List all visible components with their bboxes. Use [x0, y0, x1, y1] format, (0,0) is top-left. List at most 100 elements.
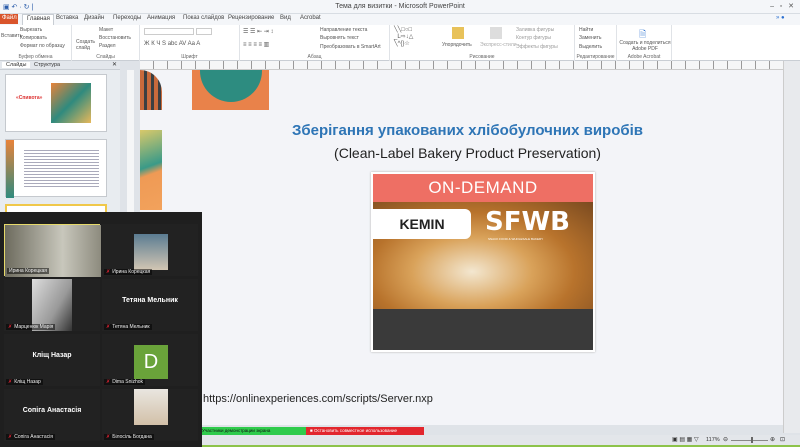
stop-share-label: Остановить совместное использование [313, 428, 398, 433]
arrange-button[interactable]: Упорядочить [442, 42, 472, 48]
fit-slide-button[interactable]: ⊡ [780, 436, 785, 443]
window-controls[interactable]: – ▫ ✕ [770, 2, 794, 10]
new-slide-button[interactable]: Создать слайд [76, 39, 96, 51]
help-icon[interactable]: » ● [776, 15, 785, 21]
shape-fill-button[interactable]: Заливка фигуры [516, 27, 554, 33]
zoom-gallery-window: Ирина Корецкая ✗ Ирина Корецкая ✗ Марценюк… [0, 212, 202, 447]
panel-header: Слайды Структура ✕ [0, 61, 120, 70]
section-button[interactable]: Раздел [99, 43, 116, 49]
zoom-slider[interactable] [731, 440, 768, 441]
sfwb-logo: SFWB [485, 207, 570, 237]
ribbon: Вставить Вырезать Копировать Формат по о… [0, 25, 800, 61]
slide-image[interactable]: ON-DEMAND KEMIN SFWB SNACK FOOD & WHOLES… [371, 172, 595, 352]
group-font: Ж К Ч S abc AV Aa A Шрифт [140, 25, 240, 61]
tab-slides-panel[interactable]: Слайды [2, 62, 31, 68]
create-pdf-button[interactable]: Создать и поделиться Adobe PDF [619, 40, 671, 52]
group-acrobat: 🗎 Создать и поделиться Adobe PDF Adobe A… [617, 25, 672, 61]
participant-tile[interactable]: Ирина Корецкая [4, 224, 101, 277]
smartart-button[interactable]: Преобразовать в SmartArt [320, 44, 381, 50]
tab-slideshow[interactable]: Показ слайдов [183, 15, 224, 21]
view-buttons[interactable]: ▣ ▤ ▦ ▽ [672, 436, 699, 443]
tab-review[interactable]: Рецензирование [228, 15, 274, 21]
participant-name: ✗ Кліщ Назар [6, 379, 43, 385]
cut-button[interactable]: Вырезать [20, 27, 42, 33]
tab-view[interactable]: Вид [280, 15, 291, 21]
shapes-gallery[interactable]: ╲╲□○□ _L⇨↓△ ╲^{}☆ [394, 27, 413, 48]
close-panel-icon[interactable]: ✕ [112, 61, 117, 68]
participant-tile[interactable]: ✗ Білосіль Богдана [102, 389, 198, 441]
quick-styles-icon [490, 27, 502, 39]
stop-share-button[interactable]: ■ Остановить совместное использование [306, 427, 424, 435]
group-label: Редактирование [576, 54, 615, 60]
tab-outline-panel[interactable]: Структура [34, 62, 60, 68]
tab-insert[interactable]: Вставка [56, 15, 78, 21]
thumbnail-decoration [6, 140, 14, 198]
participant-display-name: Сопіга Анастасія [22, 407, 82, 414]
zoom-level[interactable]: 117% [706, 437, 720, 443]
sfwb-logo-subtitle: SNACK FOOD & WHOLESALE BAKERY [488, 237, 544, 241]
font-name-select[interactable] [144, 28, 194, 35]
vertical-scrollbar[interactable] [783, 61, 800, 433]
copy-button[interactable]: Копировать [20, 35, 47, 41]
zoom-in-button[interactable]: ⊕ [770, 436, 775, 443]
participant-name: Ирина Корецкая [7, 268, 50, 274]
tab-home[interactable]: Главная [22, 14, 54, 25]
participant-tile[interactable]: ✗ Ирина Корецкая [102, 224, 198, 276]
shape-effects-button[interactable]: Эффекты фигуры [516, 44, 558, 50]
participant-tile[interactable]: ✗ Марценюк Марія [4, 279, 100, 331]
replace-button[interactable]: Заменить [579, 35, 601, 41]
text-direction-button[interactable]: Направление текста [320, 27, 367, 33]
slide-thumbnail-2[interactable] [5, 139, 107, 198]
participant-name: ✗ Сопіга Анастасія [6, 434, 56, 440]
participant-display-name: Кліщ Назар [32, 352, 72, 359]
slide-url-text[interactable]: https://onlinexperiences.com/scripts/Ser… [203, 393, 433, 405]
align-buttons[interactable]: ≡ ≡ ≡ ≡ ▥ [243, 41, 269, 48]
participant-name: ✗ Dima Snizhok [104, 379, 146, 385]
group-editing: Найти Заменить Выделить Редактирование [575, 25, 617, 61]
arrange-icon [452, 27, 464, 39]
zoom-out-button[interactable]: ⊖ [723, 436, 728, 443]
group-slides: Создать слайд Макет Восстановить Раздел … [72, 25, 140, 61]
participant-name: ✗ Тетяна Мельник [104, 324, 152, 330]
participant-tile[interactable]: D ✗ Dima Snizhok [102, 334, 198, 386]
tab-acrobat[interactable]: Acrobat [300, 15, 321, 21]
group-drawing: ╲╲□○□ _L⇨↓△ ╲^{}☆ Упорядочить Экспресс-сти… [390, 25, 575, 61]
participant-tile[interactable]: Кліщ Назар ✗ Кліщ Назар [4, 334, 100, 386]
thumbnail-decoration [51, 83, 91, 123]
group-label: Шрифт [181, 54, 198, 60]
tab-design[interactable]: Дизайн [84, 15, 104, 21]
screen-share-status[interactable]: Участники демонстрации экрана [200, 427, 306, 435]
participant-tile[interactable]: Сопіга Анастасія ✗ Сопіга Анастасія [4, 389, 100, 441]
shape-outline-button[interactable]: Контур фигуры [516, 35, 551, 41]
tab-animation[interactable]: Анимация [147, 15, 175, 21]
group-label: Слайды [96, 54, 115, 60]
font-size-select[interactable] [196, 28, 212, 35]
zoom-slider-thumb[interactable] [751, 437, 753, 443]
window-title: Тема для визитки - Microsoft PowerPoint [335, 3, 465, 10]
slide-title[interactable]: Зберігання упакованих хлібобулочних виро… [160, 122, 775, 139]
participant-display-name: Тетяна Мельник [122, 297, 178, 304]
reset-button[interactable]: Восстановить [99, 35, 131, 41]
font-format-buttons[interactable]: Ж К Ч S abc AV Aa A [144, 41, 200, 47]
slide-subtitle[interactable]: (Clean-Label Bakery Product Preservation… [160, 145, 775, 161]
participant-name: ✗ Ирина Корецкая [104, 269, 153, 275]
list-buttons[interactable]: ☰ ☰ ⇤ ⇥ ↕ [243, 28, 273, 35]
participant-tile[interactable]: Тетяна Мельник ✗ Тетяна Мельник [102, 279, 198, 331]
align-text-button[interactable]: Выровнять текст [320, 35, 359, 41]
tab-file[interactable]: Файл [0, 14, 18, 24]
format-painter-button[interactable]: Формат по образцу [20, 43, 65, 49]
thumbnail-title: «Спивота» [16, 95, 43, 101]
group-label: Рисование [469, 54, 495, 60]
ribbon-tabs: Вставка Дизайн Переходы Анимация Показ с… [0, 14, 800, 25]
image-banner: ON-DEMAND [373, 174, 593, 202]
tab-transitions[interactable]: Переходы [113, 15, 141, 21]
thumbnail-text [24, 148, 99, 188]
select-button[interactable]: Выделить [579, 44, 602, 50]
layout-button[interactable]: Макет [99, 27, 113, 33]
quick-styles-button[interactable]: Экспресс-стили [480, 42, 517, 48]
group-label: Буфер обмена [18, 54, 53, 60]
slide-thumbnail-1[interactable]: «Спивота» [5, 74, 107, 132]
participant-avatar: D [134, 345, 168, 379]
find-button[interactable]: Найти [579, 27, 593, 33]
group-paragraph: ☰ ☰ ⇤ ⇥ ↕ ≡ ≡ ≡ ≡ ▥ Направление текста В… [240, 25, 390, 61]
